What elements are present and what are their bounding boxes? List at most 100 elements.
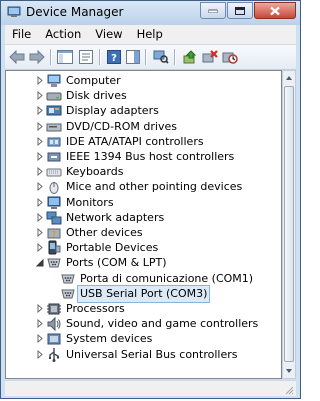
forward-button[interactable] bbox=[28, 48, 46, 66]
tree-category-item[interactable]: Computer bbox=[6, 73, 281, 89]
display-adapter-icon bbox=[46, 105, 62, 116]
tree-child-item[interactable]: Porta di comunicazione (COM1) bbox=[6, 271, 281, 287]
disk-drive-icon bbox=[46, 92, 62, 101]
expand-arrow-icon[interactable] bbox=[36, 243, 44, 253]
tree-category-item[interactable]: Network adapters bbox=[6, 210, 281, 226]
expand-arrow-icon[interactable] bbox=[36, 76, 44, 85]
sound-icon bbox=[47, 316, 61, 332]
tree-item-label: Processors bbox=[66, 302, 125, 315]
expand-arrow-icon[interactable] bbox=[36, 136, 44, 146]
toolbar-separator bbox=[50, 49, 52, 65]
tree-category-item[interactable]: ? Other devices bbox=[6, 225, 281, 241]
uninstall-button[interactable] bbox=[201, 48, 219, 66]
mouse-icon bbox=[49, 182, 59, 195]
forward-icon bbox=[29, 50, 45, 64]
update-driver-icon bbox=[183, 50, 197, 64]
tree-item-label: Keyboards bbox=[66, 165, 124, 179]
expand-arrow-icon[interactable] bbox=[36, 182, 44, 192]
expanded-arrow-icon[interactable] bbox=[36, 258, 44, 267]
tree-category-item[interactable]: System devices bbox=[6, 331, 281, 347]
tree-item-label: Portable Devices bbox=[66, 241, 159, 255]
expand-arrow-icon[interactable] bbox=[36, 349, 44, 359]
tree-category-item[interactable]: Sound, video and game controllers bbox=[6, 316, 281, 332]
tree-child-item[interactable]: USB Serial Port (COM3) bbox=[6, 284, 281, 303]
tree-category-item[interactable]: DVD/CD-ROM drives bbox=[6, 119, 281, 135]
show-action-pane-button[interactable] bbox=[124, 48, 142, 66]
tree-category-item[interactable]: Universal Serial Bus controllers bbox=[6, 347, 281, 363]
tree-item-label: USB Serial Port (COM3) bbox=[76, 284, 211, 303]
expand-arrow-icon[interactable] bbox=[36, 106, 44, 116]
ieee1394-icon bbox=[47, 152, 61, 162]
tree-category-item[interactable]: Portable Devices bbox=[6, 240, 281, 256]
port-icon bbox=[61, 289, 75, 299]
scroll-up-icon[interactable] bbox=[284, 72, 294, 84]
network-adapter-icon bbox=[46, 211, 62, 225]
close-button[interactable] bbox=[254, 2, 296, 19]
tree-category-item[interactable]: Disk drives bbox=[6, 88, 281, 104]
title-bar[interactable]: Device Manager bbox=[1, 1, 300, 25]
usb-controller-icon bbox=[49, 347, 60, 362]
expand-arrow-icon[interactable] bbox=[36, 197, 44, 207]
keyboard-icon bbox=[46, 168, 62, 177]
tree-category-item[interactable]: Ports (COM & LPT) bbox=[6, 255, 281, 271]
help-button[interactable]: ? bbox=[105, 48, 123, 66]
expand-arrow-icon[interactable] bbox=[36, 121, 44, 131]
scroll-down-icon[interactable] bbox=[284, 365, 294, 377]
tree-category-item[interactable]: Monitors bbox=[6, 195, 281, 211]
properties-icon bbox=[79, 50, 93, 64]
update-driver-button[interactable] bbox=[181, 48, 199, 66]
monitor-icon bbox=[47, 196, 61, 209]
menu-file[interactable]: File bbox=[5, 25, 38, 44]
device-manager-app-icon bbox=[7, 6, 21, 17]
expand-arrow-icon[interactable] bbox=[36, 319, 44, 329]
toolbar-separator bbox=[174, 49, 176, 65]
computer-icon bbox=[47, 74, 61, 87]
tree-category-item[interactable]: Display adapters bbox=[6, 103, 281, 119]
menu-help[interactable]: Help bbox=[130, 25, 170, 44]
minimize-button[interactable] bbox=[200, 2, 226, 19]
svg-text:?: ? bbox=[52, 230, 57, 239]
device-tree[interactable]: Computer Disk drives Display adapters DVD/C… bbox=[5, 70, 282, 379]
tree-category-item[interactable]: Keyboards bbox=[6, 164, 281, 180]
disable-button[interactable] bbox=[221, 48, 239, 66]
back-button[interactable] bbox=[8, 48, 26, 66]
vertical-scrollbar[interactable] bbox=[282, 70, 296, 379]
tree-item-label: IEEE 1394 Bus host controllers bbox=[66, 150, 235, 163]
tree-item-label: Porta di comunicazione (COM1) bbox=[80, 271, 254, 285]
window-title: Device Manager bbox=[26, 5, 124, 19]
menu-view[interactable]: View bbox=[88, 25, 129, 44]
tree-category-item[interactable]: IDE ATA/ATAPI controllers bbox=[6, 134, 281, 150]
toolbar-separator bbox=[145, 49, 147, 65]
svg-text:?: ? bbox=[111, 53, 117, 64]
system-device-icon bbox=[47, 333, 61, 345]
expand-arrow-icon[interactable] bbox=[36, 167, 44, 177]
tree-item-label: Network adapters bbox=[66, 210, 165, 224]
expand-arrow-icon[interactable] bbox=[36, 334, 44, 344]
toolbar: ? bbox=[5, 45, 296, 70]
scrollbar-thumb[interactable] bbox=[284, 86, 294, 362]
tree-item-label: System devices bbox=[66, 332, 153, 346]
expand-arrow-icon[interactable] bbox=[36, 152, 44, 161]
expand-arrow-icon[interactable] bbox=[36, 212, 44, 222]
other-devices-icon: ? bbox=[47, 228, 61, 239]
expand-arrow-icon[interactable] bbox=[36, 304, 44, 313]
tree-category-item[interactable]: IEEE 1394 Bus host controllers bbox=[6, 149, 281, 165]
action-pane-icon bbox=[126, 50, 140, 64]
properties-button[interactable] bbox=[77, 48, 95, 66]
tree-category-item[interactable]: Mice and other pointing devices bbox=[6, 179, 281, 195]
tree-category-item[interactable]: Processors bbox=[6, 301, 281, 317]
maximize-button[interactable] bbox=[227, 2, 253, 19]
port-icon bbox=[47, 258, 61, 268]
show-hide-console-tree-button[interactable] bbox=[56, 48, 74, 66]
tree-item-label: IDE ATA/ATAPI controllers bbox=[66, 134, 204, 148]
scan-hardware-changes-button[interactable] bbox=[152, 48, 170, 66]
expand-arrow-icon[interactable] bbox=[36, 91, 44, 101]
port-icon bbox=[61, 274, 75, 284]
expand-arrow-icon[interactable] bbox=[36, 228, 44, 237]
tree-item-label: Ports (COM & LPT) bbox=[66, 256, 167, 270]
tree-item-label: Mice and other pointing devices bbox=[66, 180, 243, 194]
menu-action[interactable]: Action bbox=[38, 25, 88, 44]
ide-controller-icon bbox=[47, 137, 61, 147]
tree-item-label: Display adapters bbox=[66, 104, 159, 118]
resize-grip-icon[interactable] bbox=[284, 385, 294, 395]
